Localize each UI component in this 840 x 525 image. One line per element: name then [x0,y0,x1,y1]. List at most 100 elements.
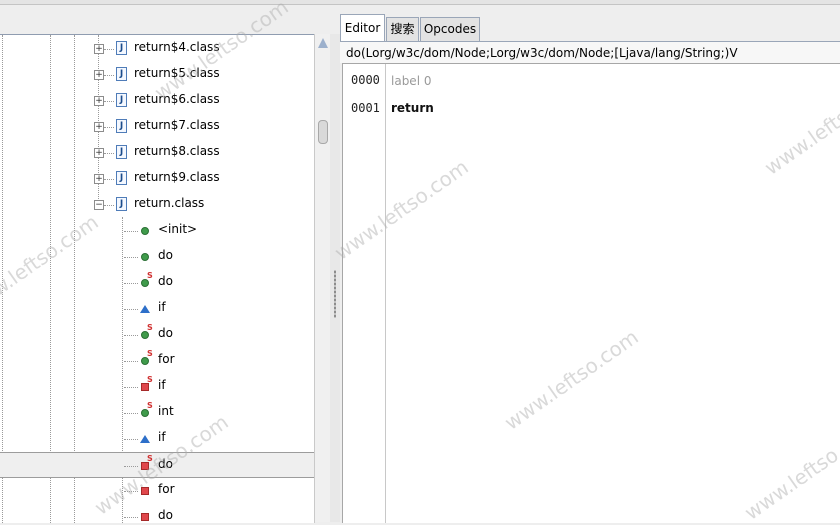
tree-member-node[interactable]: do [0,244,314,270]
tree-connector [124,335,138,336]
static-modifier-icon: S [147,271,153,280]
tree-member-label[interactable]: do [158,326,173,340]
tree-class-label[interactable]: return$8.class [134,144,220,158]
expand-toggle-icon[interactable]: + [94,96,104,106]
tree-class-node[interactable]: + Jreturn$5.class [0,62,314,88]
tree-connector [124,361,138,362]
tree-connector [124,491,138,492]
green-method-icon [141,331,149,339]
green-method-icon [141,357,149,365]
tree-connector [124,257,138,258]
java-class-file-icon: J [116,197,127,211]
tree-member-label[interactable]: for [158,482,175,496]
red-square-icon [141,383,149,391]
expand-toggle-icon[interactable]: − [94,200,104,210]
tab-opcodes[interactable]: Opcodes [420,17,480,41]
tree-member-label[interactable]: for [158,352,175,366]
java-class-file-icon: J [116,145,127,159]
tree-vertical-scrollbar[interactable] [314,34,331,522]
code-line-return[interactable]: return [391,101,434,115]
line-number: 0000 [351,73,380,87]
line-number-gutter: 0000 0001 [343,64,386,523]
tree-class-node[interactable]: + Jreturn$9.class [0,166,314,192]
static-modifier-icon: S [147,375,153,384]
tree-member-label[interactable]: do [158,457,173,471]
tab-search[interactable]: 搜索 [386,17,419,41]
tree-member-label[interactable]: do [158,274,173,288]
tree-connector [124,309,138,310]
tree-member-node[interactable]: if [0,426,314,452]
tree-member-node[interactable]: Sif [0,374,314,400]
tree-class-node[interactable]: + Jreturn$6.class [0,88,314,114]
tree-member-label[interactable]: do [158,508,173,522]
java-class-file-icon: J [116,93,127,107]
tree-member-node[interactable]: Sdo [0,322,314,348]
tree-connector [104,205,114,206]
red-square-icon [141,513,149,521]
static-modifier-icon: S [147,349,153,358]
blue-triangle-icon [140,435,150,443]
tree-connector [104,75,114,76]
tree-member-label[interactable]: if [158,378,166,392]
tree-class-label[interactable]: return.class [134,196,204,210]
red-square-icon [141,487,149,495]
red-square-icon [141,462,149,470]
tree-connector [124,231,138,232]
tree-connector [104,49,114,50]
tree-member-node[interactable]: for [0,478,314,504]
expand-toggle-icon[interactable]: + [94,122,104,132]
tree-connector [104,127,114,128]
tree-member-label[interactable]: int [158,404,174,418]
tree-connector [124,517,138,518]
tree-connector [124,387,138,388]
tree-class-node[interactable]: − Jreturn.class [0,192,314,218]
tree-class-node[interactable]: + Jreturn$4.class [0,36,314,62]
expand-toggle-icon[interactable]: + [94,148,104,158]
tree-connector [124,466,138,467]
tree-connector [104,179,114,180]
tree-member-node[interactable]: do [0,504,314,523]
static-modifier-icon: S [147,323,153,332]
tree-member-node[interactable]: Sint [0,400,314,426]
expand-toggle-icon[interactable]: + [94,44,104,54]
static-modifier-icon: S [147,401,153,410]
tree-connector [104,101,114,102]
java-class-file-icon: J [116,41,127,55]
blue-triangle-icon [140,305,150,313]
tree-member-label[interactable]: <init> [158,222,197,236]
tree-class-label[interactable]: return$5.class [134,66,220,80]
tree-class-node[interactable]: + Jreturn$7.class [0,114,314,140]
green-method-icon [141,409,149,417]
tree-member-node[interactable]: if [0,296,314,322]
class-tree-panel[interactable]: + Jreturn$4.class + Jreturn$5.class + Jreturn… [0,34,315,523]
green-method-icon [141,253,149,261]
tree-class-label[interactable]: return$4.class [134,40,220,54]
java-class-file-icon: J [116,67,127,81]
splitter-grip-icon[interactable] [334,270,336,318]
expand-toggle-icon[interactable]: + [94,174,104,184]
method-signature: do(Lorg/w3c/dom/Node;Lorg/w3c/dom/Node;[… [340,41,840,63]
tree-connector [124,283,138,284]
tree-class-label[interactable]: return$7.class [134,118,220,132]
tree-member-node[interactable]: Sdo [0,452,314,478]
green-method-icon [141,279,149,287]
tree-class-label[interactable]: return$6.class [134,92,220,106]
window-top-edge [0,0,840,5]
tree-member-label[interactable]: do [158,248,173,262]
expand-toggle-icon[interactable]: + [94,70,104,80]
pane-splitter[interactable] [330,34,340,522]
scroll-up-arrow-icon[interactable] [318,38,328,48]
tree-member-label[interactable]: if [158,430,166,444]
code-line-label[interactable]: label 0 [391,74,431,88]
tree-member-node[interactable]: <init> [0,218,314,244]
tab-editor[interactable]: Editor [340,14,385,41]
tree-connector [124,439,138,440]
tree-class-node[interactable]: + Jreturn$8.class [0,140,314,166]
bytecode-editor[interactable]: 0000 0001 label 0 return [342,63,840,523]
java-class-file-icon: J [116,119,127,133]
tree-member-node[interactable]: Sfor [0,348,314,374]
tree-member-node[interactable]: Sdo [0,270,314,296]
scrollbar-thumb[interactable] [318,120,328,144]
tree-class-label[interactable]: return$9.class [134,170,220,184]
tree-member-label[interactable]: if [158,300,166,314]
